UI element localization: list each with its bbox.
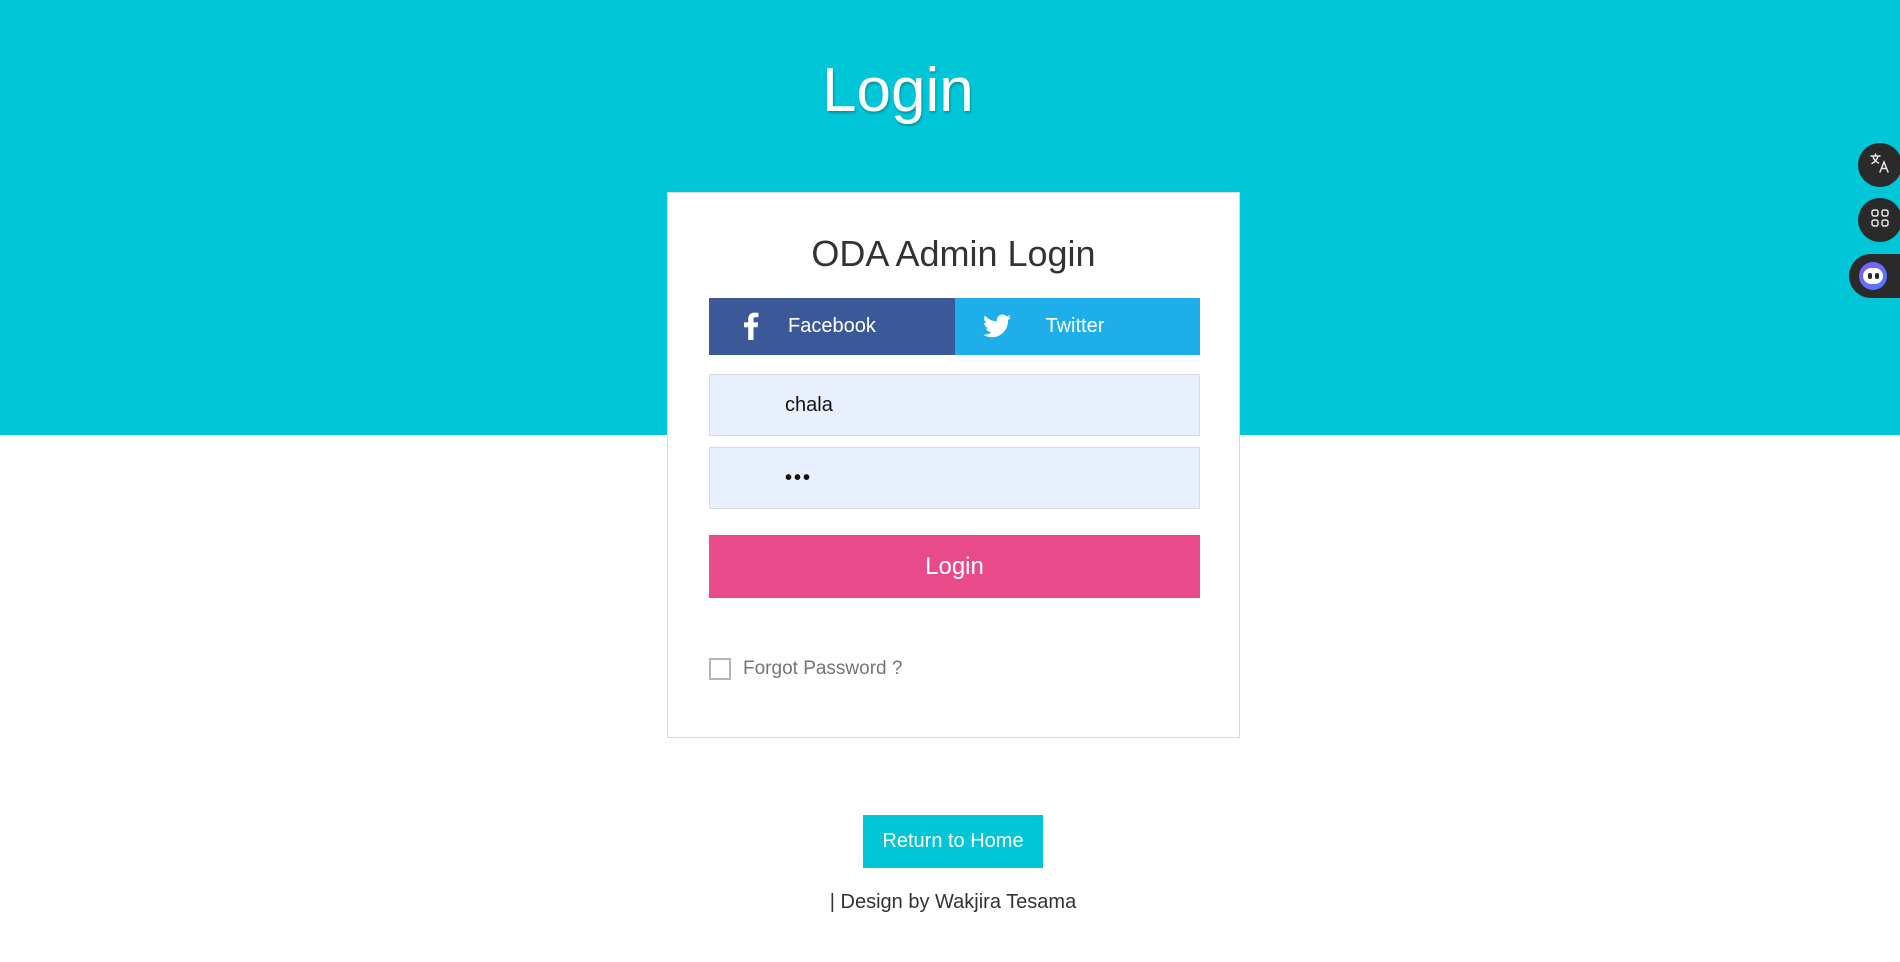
assistant-bot-icon bbox=[1859, 262, 1887, 290]
username-input[interactable]: chala bbox=[709, 374, 1200, 436]
facebook-label: Facebook bbox=[788, 315, 876, 337]
assistant-tab[interactable] bbox=[1849, 254, 1900, 298]
facebook-icon bbox=[735, 310, 767, 342]
card-title: ODA Admin Login bbox=[811, 233, 1096, 274]
apps-icon bbox=[1870, 208, 1890, 233]
page-title: Login bbox=[822, 56, 974, 125]
translate-button[interactable] bbox=[1858, 143, 1900, 187]
apps-button[interactable] bbox=[1858, 198, 1900, 242]
password-input[interactable]: ••• bbox=[709, 447, 1200, 509]
facebook-login-button[interactable]: Facebook bbox=[709, 298, 955, 355]
twitter-icon bbox=[981, 310, 1013, 342]
forgot-password-checkbox[interactable] bbox=[709, 658, 731, 680]
twitter-login-button[interactable]: Twitter bbox=[954, 298, 1200, 355]
return-home-button[interactable]: Return to Home bbox=[863, 815, 1043, 868]
design-credit: | Design by Wakjira Tesama bbox=[829, 891, 1077, 913]
translate-icon bbox=[1869, 152, 1891, 179]
twitter-label: Twitter bbox=[1045, 315, 1105, 337]
social-login-group: Facebook Twitter bbox=[709, 298, 1200, 355]
forgot-password-label[interactable]: Forgot Password ? bbox=[743, 658, 902, 680]
login-button[interactable]: Login bbox=[709, 535, 1200, 598]
forgot-password-row: Forgot Password ? bbox=[709, 658, 902, 680]
login-card: ODA Admin Login Facebook Twitter chala •… bbox=[667, 192, 1240, 738]
